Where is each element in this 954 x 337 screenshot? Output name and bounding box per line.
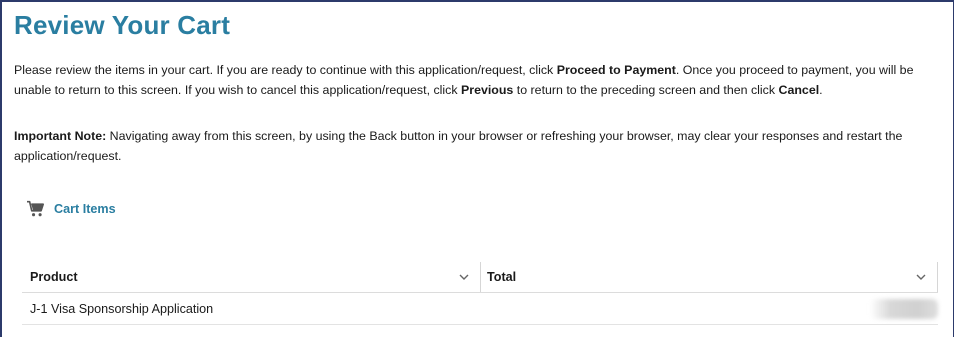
cart-items-label: Cart Items (54, 202, 116, 216)
column-header-product[interactable]: Product (22, 262, 481, 292)
intro-text-3: to return to the preceding screen and th… (513, 83, 779, 97)
previous-text: Previous (460, 83, 514, 97)
total-cell (481, 293, 938, 324)
intro-text-4: . (819, 83, 823, 97)
intro-text-1: Please review the items in your cart. If… (14, 63, 557, 77)
table-row: J-1 Visa Sponsorship Application (22, 293, 938, 325)
cancel-text: Cancel (778, 83, 820, 97)
cart-table: Product Total J-1 Visa Sponsorship Appli… (22, 262, 938, 325)
important-note: Important Note: Navigating away from thi… (14, 126, 934, 166)
column-header-total-label: Total (487, 270, 517, 284)
column-header-total[interactable]: Total (481, 262, 938, 292)
chevron-down-icon[interactable] (458, 271, 470, 283)
important-note-text: Navigating away from this screen, by usi… (14, 129, 903, 163)
column-header-product-label: Product (30, 270, 78, 284)
redacted-total (870, 299, 938, 319)
cart-table-header: Product Total (22, 262, 938, 293)
chevron-down-icon[interactable] (915, 271, 927, 283)
page-title: Review Your Cart (14, 10, 231, 40)
cart-icon (26, 200, 45, 217)
intro-paragraph: Please review the items in your cart. If… (14, 60, 934, 100)
proceed-to-payment-text: Proceed to Payment (556, 63, 676, 77)
important-note-label: Important Note: (14, 129, 107, 143)
cart-items-header[interactable]: Cart Items (26, 200, 116, 218)
product-cell: J-1 Visa Sponsorship Application (30, 301, 214, 316)
